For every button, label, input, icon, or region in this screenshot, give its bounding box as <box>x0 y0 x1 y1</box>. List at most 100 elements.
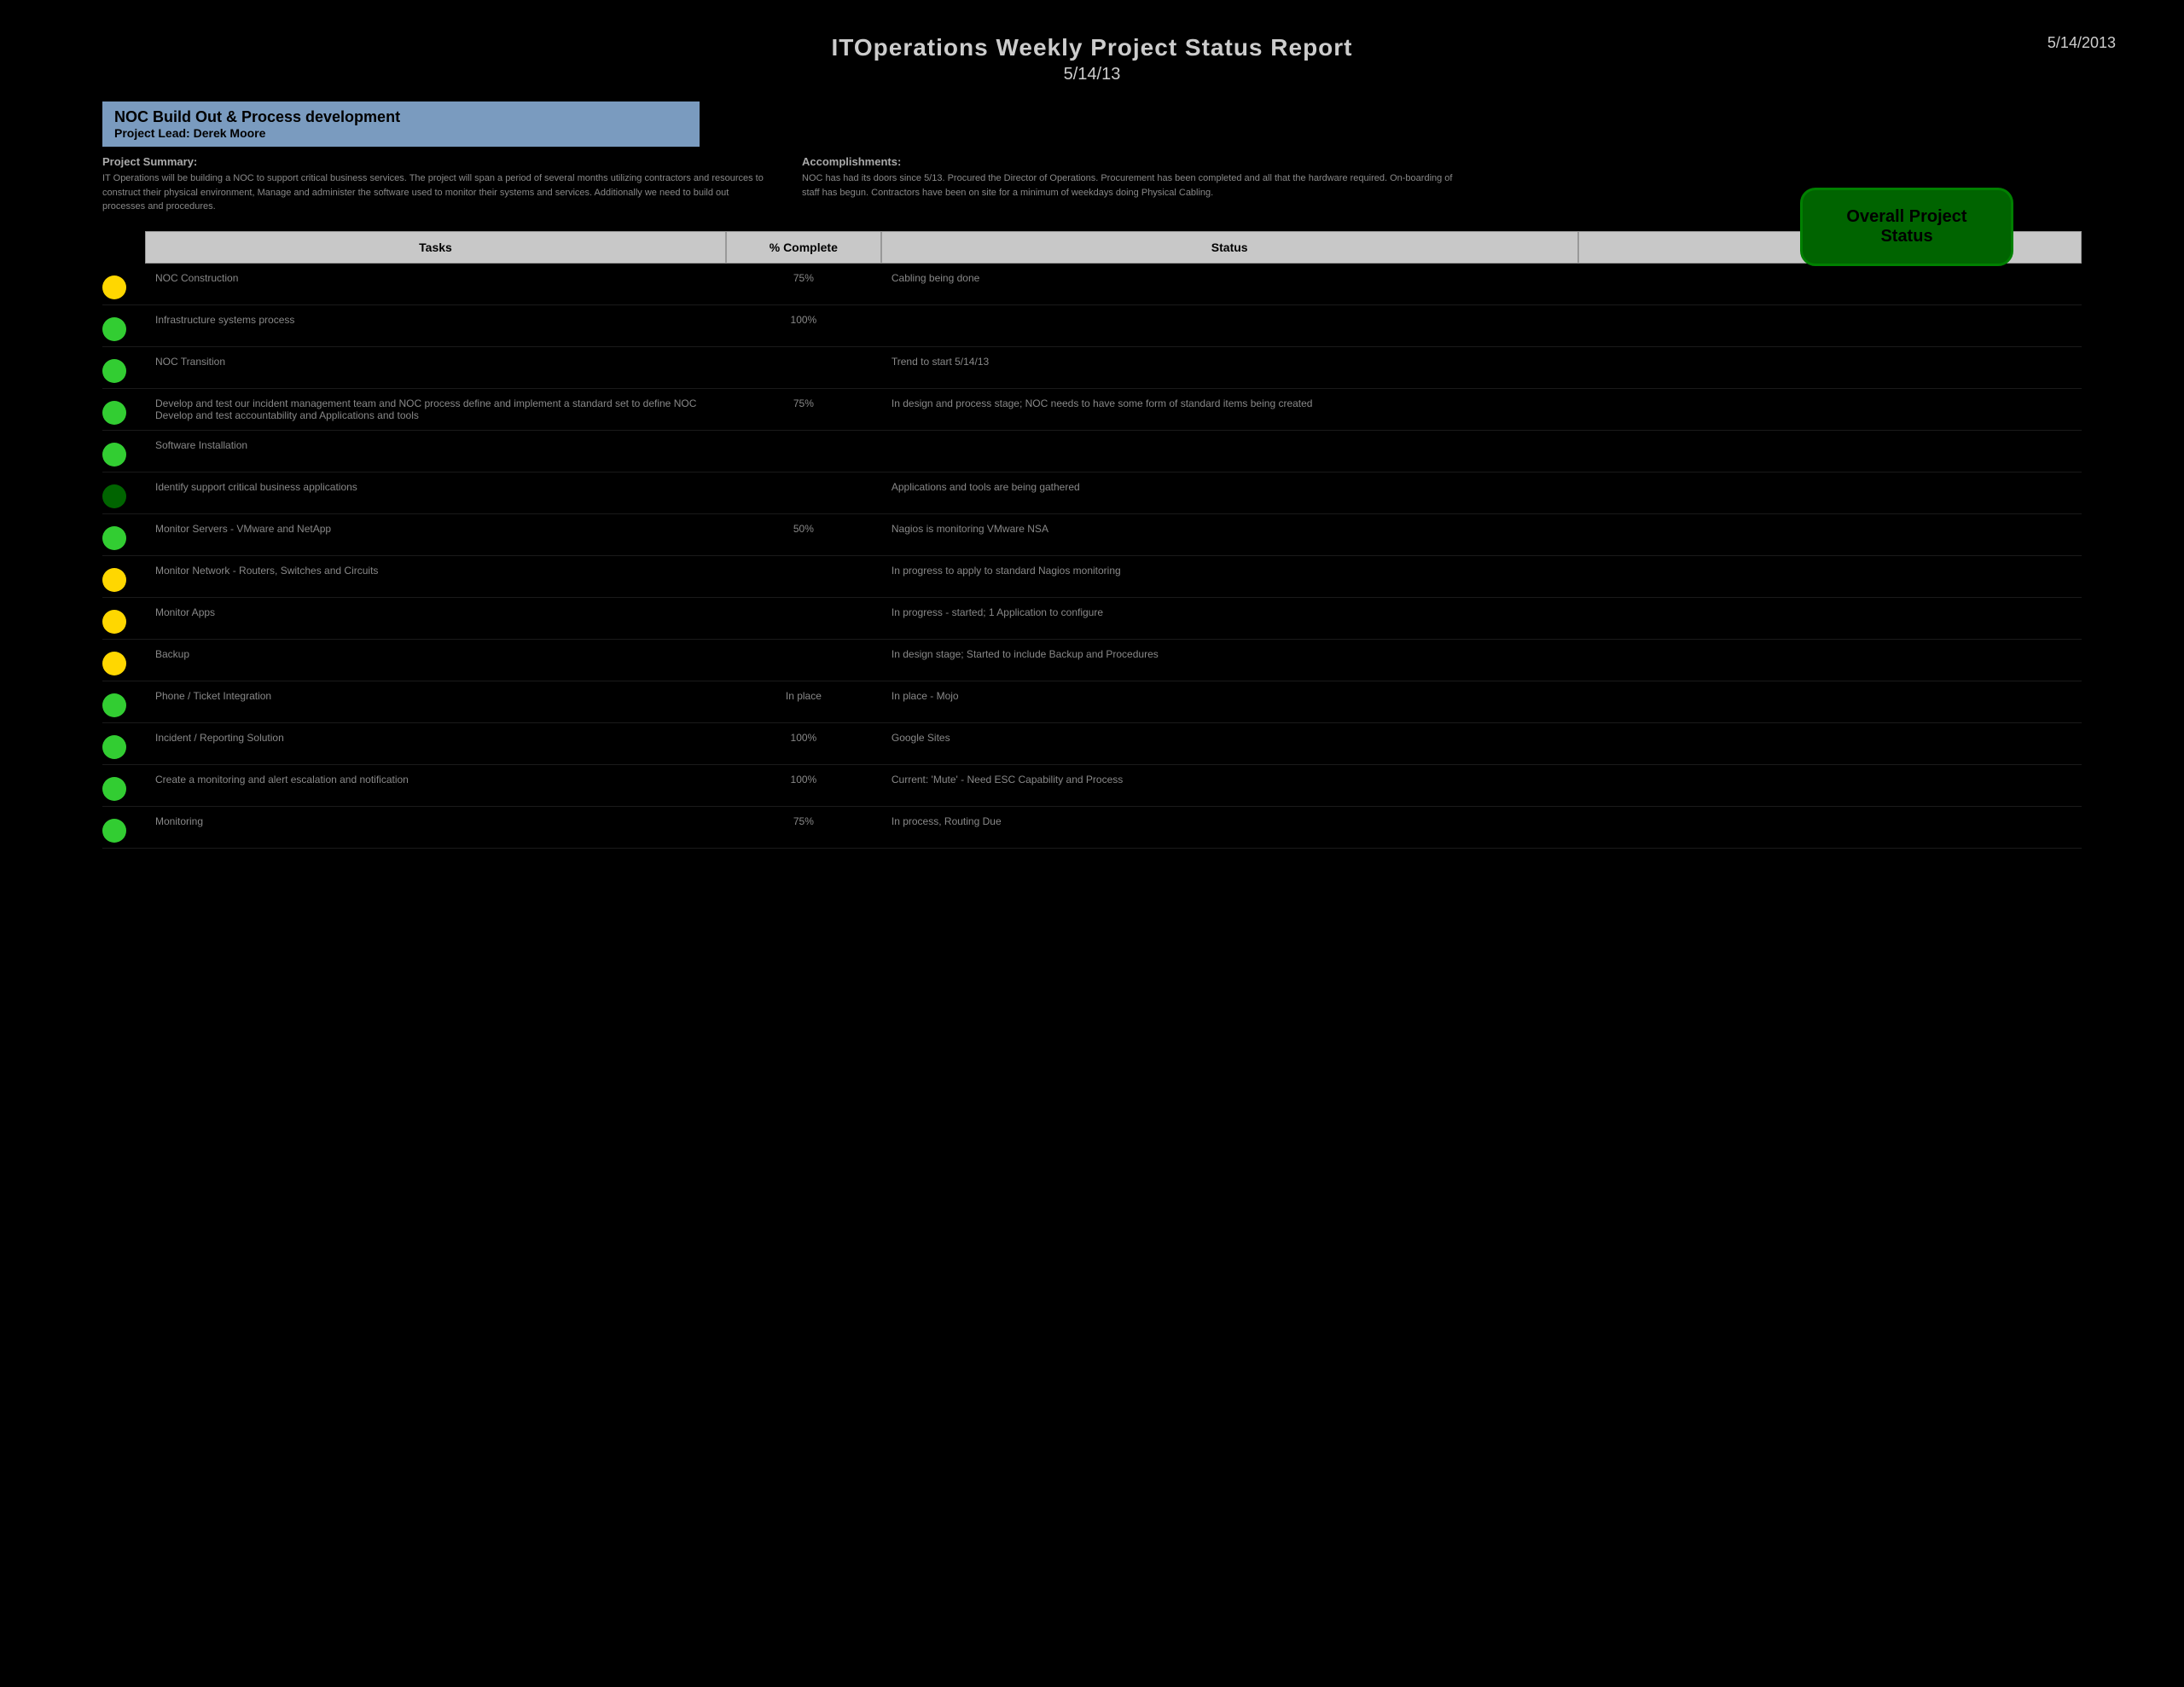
page-title: ITOperations Weekly Project Status Repor… <box>51 34 2133 61</box>
task-cell: Incident / Reporting Solution <box>145 728 726 747</box>
status-indicator <box>102 352 145 383</box>
summary-title: Project Summary: <box>102 155 768 168</box>
task-cell: NOC Construction <box>145 269 726 287</box>
accomplishments-text: NOC has had its doors since 5/13. Procur… <box>802 171 1467 200</box>
task-cell: Monitoring <box>145 812 726 831</box>
risks-cell <box>1578 728 2082 735</box>
page-header: ITOperations Weekly Project Status Repor… <box>51 34 2133 84</box>
indicator-circle <box>102 610 126 634</box>
project-title: NOC Build Out & Process development <box>114 108 688 126</box>
risks-cell <box>1578 561 2082 568</box>
status-indicator <box>102 770 145 801</box>
status-cell: In design and process stage; NOC needs t… <box>881 394 1578 413</box>
status-cell: In progress to apply to standard Nagios … <box>881 561 1578 580</box>
risks-cell <box>1578 812 2082 819</box>
status-cell <box>881 310 1578 317</box>
accomplishments-title: Accomplishments: <box>802 155 1467 168</box>
task-cell: Software Installation <box>145 436 726 455</box>
project-title-bar: NOC Build Out & Process development Proj… <box>102 101 700 147</box>
pct-cell: In place <box>726 687 881 705</box>
table-row: Phone / Ticket IntegrationIn placeIn pla… <box>102 681 2082 723</box>
status-cell: In place - Mojo <box>881 687 1578 705</box>
indicator-circle <box>102 443 126 467</box>
project-lead-label: Project Lead: <box>114 126 190 140</box>
risks-cell <box>1578 645 2082 652</box>
indicator-circle <box>102 317 126 341</box>
risks-cell <box>1578 478 2082 484</box>
table-row: Incident / Reporting Solution100%Google … <box>102 723 2082 765</box>
pct-cell: 50% <box>726 519 881 538</box>
task-cell: Infrastructure systems process <box>145 310 726 329</box>
status-cell: Nagios is monitoring VMware NSA <box>881 519 1578 538</box>
table-row: NOC TransitionTrend to start 5/14/13 <box>102 347 2082 389</box>
table-row: Infrastructure systems process100% <box>102 305 2082 347</box>
task-cell: Monitor Network - Routers, Switches and … <box>145 561 726 580</box>
table-row: Develop and test our incident management… <box>102 389 2082 431</box>
overall-status-label: Overall Project Status <box>1846 207 1966 246</box>
indicator-circle <box>102 401 126 425</box>
pct-cell: 100% <box>726 310 881 329</box>
pct-cell <box>726 352 881 359</box>
status-indicator <box>102 561 145 592</box>
project-lead: Project Lead: Derek Moore <box>114 126 688 140</box>
table-body: NOC Construction75%Cabling being doneInf… <box>102 264 2082 849</box>
risks-cell <box>1578 436 2082 443</box>
indicator-circle <box>102 359 126 383</box>
status-indicator <box>102 645 145 675</box>
indicator-circle <box>102 484 126 508</box>
pct-cell: 100% <box>726 770 881 789</box>
status-indicator <box>102 728 145 759</box>
col-status: Status <box>881 231 1578 264</box>
indicator-circle <box>102 652 126 675</box>
status-indicator <box>102 394 145 425</box>
status-indicator <box>102 310 145 341</box>
pct-cell <box>726 645 881 652</box>
indicator-circle <box>102 526 126 550</box>
risks-cell <box>1578 687 2082 693</box>
col-tasks: Tasks <box>145 231 726 264</box>
task-cell: Create a monitoring and alert escalation… <box>145 770 726 789</box>
status-indicator <box>102 436 145 467</box>
pct-cell: 75% <box>726 269 881 287</box>
status-indicator <box>102 812 145 843</box>
summary-text: IT Operations will be building a NOC to … <box>102 171 768 214</box>
status-cell: Applications and tools are being gathere… <box>881 478 1578 496</box>
overall-status-button[interactable]: Overall Project Status <box>1800 188 2013 266</box>
page-subtitle: 5/14/13 <box>51 65 2133 84</box>
status-indicator <box>102 269 145 299</box>
status-indicator <box>102 478 145 508</box>
status-cell <box>881 436 1578 443</box>
indicator-circle <box>102 819 126 843</box>
status-cell: In process, Routing Due <box>881 812 1578 831</box>
risks-cell <box>1578 269 2082 275</box>
task-cell: Monitor Servers - VMware and NetApp <box>145 519 726 538</box>
accomplishments-block: Accomplishments: NOC has had its doors s… <box>802 155 1467 214</box>
pct-cell: 100% <box>726 728 881 747</box>
pct-cell: 75% <box>726 394 881 413</box>
pct-cell <box>726 603 881 610</box>
risks-cell <box>1578 394 2082 401</box>
pct-cell <box>726 478 881 484</box>
status-indicator <box>102 603 145 634</box>
risks-cell <box>1578 352 2082 359</box>
table-row: Software Installation <box>102 431 2082 472</box>
status-indicator <box>102 519 145 550</box>
status-indicator <box>102 687 145 717</box>
table-row: BackupIn design stage; Started to includ… <box>102 640 2082 681</box>
table-row: Create a monitoring and alert escalation… <box>102 765 2082 807</box>
description-section: Project Summary: IT Operations will be b… <box>102 155 1467 214</box>
task-cell: Develop and test our incident management… <box>145 394 726 425</box>
pct-cell: 75% <box>726 812 881 831</box>
indicator-circle <box>102 568 126 592</box>
table-row: Monitor Servers - VMware and NetApp50%Na… <box>102 514 2082 556</box>
status-cell: Cabling being done <box>881 269 1578 287</box>
project-lead-name: Derek Moore <box>194 126 266 140</box>
risks-cell <box>1578 603 2082 610</box>
pct-cell <box>726 436 881 443</box>
status-cell: Trend to start 5/14/13 <box>881 352 1578 371</box>
indicator-circle <box>102 735 126 759</box>
summary-block: Project Summary: IT Operations will be b… <box>102 155 768 214</box>
status-cell: Current: 'Mute' - Need ESC Capability an… <box>881 770 1578 789</box>
task-cell: Identify support critical business appli… <box>145 478 726 496</box>
risks-cell <box>1578 310 2082 317</box>
